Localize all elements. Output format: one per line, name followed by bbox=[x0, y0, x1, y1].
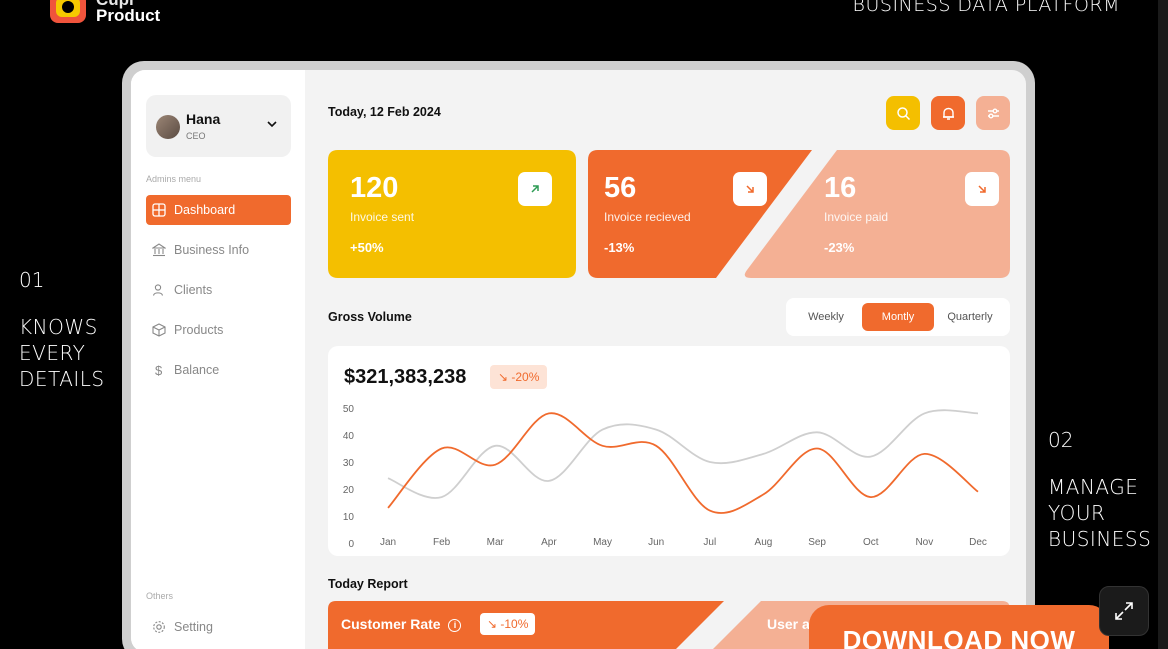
user-label: User a bbox=[767, 616, 810, 632]
chevron-down-icon bbox=[267, 121, 277, 128]
tablet-device: Hana CEO Admins menu Dashboard Business … bbox=[122, 61, 1035, 649]
x-tick-label: Mar bbox=[487, 537, 505, 548]
stat-arrow-button[interactable] bbox=[518, 172, 552, 206]
x-tick-label: Jan bbox=[380, 537, 396, 548]
grid-icon bbox=[152, 203, 166, 217]
x-tick-label: Jul bbox=[703, 537, 716, 548]
expand-button[interactable] bbox=[1099, 586, 1149, 636]
dollar-icon: $ bbox=[155, 363, 163, 377]
users-icon bbox=[152, 284, 164, 296]
download-now-button[interactable]: DOWNLOAD NOW bbox=[809, 605, 1109, 649]
x-tick-label: Sep bbox=[808, 537, 826, 548]
sidebar-item-label: Clients bbox=[174, 283, 213, 297]
bank-icon bbox=[152, 243, 166, 257]
arrow-up-right-icon bbox=[531, 185, 539, 193]
sidebar-item-label: Products bbox=[174, 323, 224, 337]
user-switcher[interactable]: Hana CEO bbox=[146, 95, 291, 157]
filter-button[interactable] bbox=[976, 96, 1010, 130]
sidebar-item-business-info[interactable]: Business Info bbox=[146, 235, 291, 265]
y-tick-label: 40 bbox=[343, 431, 355, 442]
gear-icon bbox=[153, 621, 165, 633]
x-tick-label: Dec bbox=[969, 537, 987, 548]
svg-text:$: $ bbox=[155, 363, 163, 377]
x-tick-label: Apr bbox=[541, 537, 557, 548]
caption-right: 02 MANAGE YOUR BUSINESS bbox=[1048, 428, 1152, 551]
stat-value: 16 bbox=[824, 172, 857, 204]
brand: Cupi Product bbox=[50, 0, 160, 24]
info-icon: i bbox=[448, 618, 462, 632]
stat-change: -13% bbox=[604, 240, 635, 255]
search-icon bbox=[896, 106, 910, 120]
stat-label: Invoice sent bbox=[350, 210, 415, 224]
avatar bbox=[156, 115, 180, 139]
sidebar-item-clients[interactable]: Clients bbox=[146, 275, 291, 305]
gross-volume-chart-card: $321,383,238 ↘ -20% 0 10 20 30 40 50 Jan Feb Mar… bbox=[328, 346, 1010, 556]
sidebar-item-label: Business Info bbox=[174, 243, 250, 257]
scrollbar[interactable] bbox=[1158, 0, 1168, 649]
y-tick-label: 10 bbox=[343, 512, 355, 523]
tab-weekly[interactable]: Weekly bbox=[790, 303, 862, 331]
y-tick-label: 50 bbox=[343, 404, 355, 415]
others-heading: Others bbox=[146, 591, 174, 601]
x-tick-label: Jun bbox=[648, 537, 664, 548]
y-tick-label: 0 bbox=[348, 539, 354, 550]
stat-card-invoice-sent[interactable]: 120 Invoice sent +50% bbox=[328, 150, 576, 278]
y-tick-label: 30 bbox=[343, 458, 355, 469]
series-line-0 bbox=[387, 412, 979, 514]
y-tick-label: 20 bbox=[343, 485, 355, 496]
today-report-title: Today Report bbox=[328, 577, 408, 591]
current-date: Today, 12 Feb 2024 bbox=[328, 105, 441, 119]
main-content: Today, 12 Feb 2024 120 Invoice sent +50% bbox=[305, 70, 1026, 649]
gross-volume-title: Gross Volume bbox=[328, 310, 412, 324]
platform-title: BUSINESS DATA PLATFORM bbox=[852, 0, 1120, 16]
x-tick-label: Feb bbox=[433, 537, 451, 548]
user-role: CEO bbox=[186, 131, 206, 141]
sidebar-item-balance[interactable]: $ Balance bbox=[146, 355, 291, 385]
sidebar-item-products[interactable]: Products bbox=[146, 315, 291, 345]
sliders-icon bbox=[987, 108, 999, 118]
brand-logo-icon bbox=[50, 0, 86, 23]
sidebar-item-dashboard[interactable]: Dashboard bbox=[146, 195, 291, 225]
stat-arrow-button[interactable] bbox=[965, 172, 999, 206]
x-tick-label: Oct bbox=[863, 537, 879, 548]
brand-name: Cupi Product bbox=[96, 0, 161, 25]
expand-icon bbox=[1115, 602, 1133, 620]
customer-rate-label: Customer Rate i bbox=[341, 616, 462, 632]
sidebar-item-label: Balance bbox=[174, 363, 220, 377]
notifications-button[interactable] bbox=[931, 96, 965, 130]
box-icon bbox=[152, 323, 166, 337]
menu-heading: Admins menu bbox=[146, 174, 202, 184]
bell-icon bbox=[942, 107, 954, 120]
stat-value: 120 bbox=[350, 172, 399, 204]
stat-label: Invoice paid bbox=[824, 210, 889, 224]
x-tick-label: May bbox=[593, 537, 612, 548]
x-tick-label: Aug bbox=[755, 537, 773, 548]
period-tabs: Weekly Montly Quarterly bbox=[786, 298, 1010, 336]
stat-label: Invoice recieved bbox=[604, 210, 691, 224]
x-tick-label: Nov bbox=[915, 537, 933, 548]
customer-rate-delta: ↘ -10% bbox=[480, 613, 536, 635]
line-chart: 0 10 20 30 40 50 Jan Feb Mar Apr May Jun Jul Aug Sep Oc… bbox=[343, 404, 987, 550]
arrow-down-right-icon bbox=[978, 185, 986, 193]
customer-rate-card[interactable]: Customer Rate i ↘ -10% bbox=[328, 601, 724, 649]
stat-value: 56 bbox=[604, 172, 637, 204]
sidebar-item-label: Dashboard bbox=[174, 203, 236, 217]
stat-change: +50% bbox=[350, 240, 384, 255]
caption-left: 01 KNOWS EVERY DETAILS bbox=[19, 268, 105, 391]
sidebar: Hana CEO Admins menu Dashboard Business … bbox=[131, 70, 305, 649]
tab-quarterly[interactable]: Quarterly bbox=[934, 303, 1006, 331]
search-button[interactable] bbox=[886, 96, 920, 130]
dashboard-screen: Hana CEO Admins menu Dashboard Business … bbox=[131, 70, 1026, 649]
tab-monthly[interactable]: Montly bbox=[862, 303, 934, 331]
sidebar-item-setting[interactable]: Setting bbox=[146, 612, 291, 642]
sidebar-item-label: Setting bbox=[174, 620, 213, 634]
user-name: Hana bbox=[186, 111, 221, 127]
stat-card-invoice-paid[interactable]: 16 Invoice paid -23% bbox=[741, 150, 1010, 278]
stat-change: -23% bbox=[824, 240, 855, 255]
